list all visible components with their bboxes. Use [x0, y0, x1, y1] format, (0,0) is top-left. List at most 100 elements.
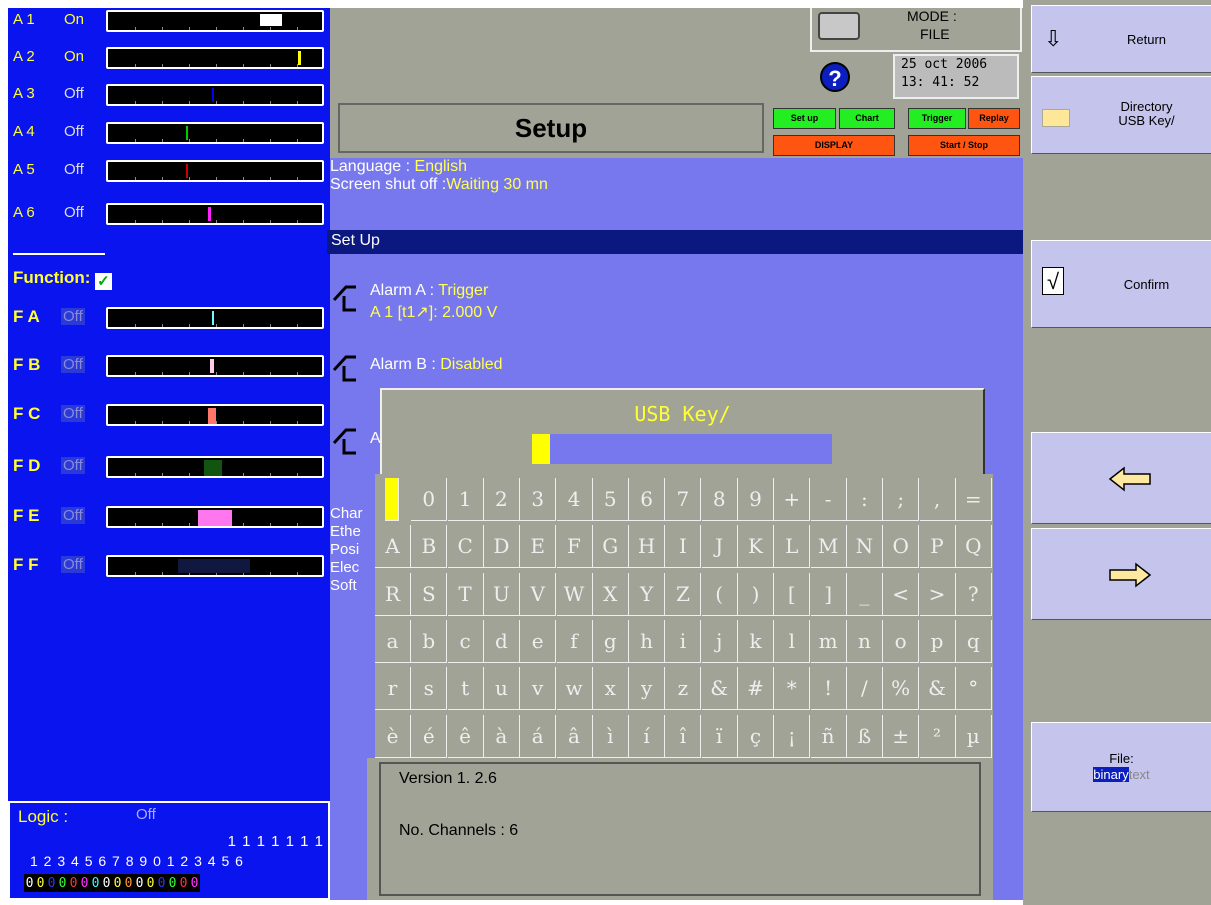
keyboard-key[interactable]: /: [846, 667, 883, 711]
keyboard-key[interactable]: µ: [955, 714, 992, 758]
keyboard-key[interactable]: R: [375, 572, 411, 616]
function-row[interactable]: F E Off: [8, 504, 330, 530]
alarm-b-line[interactable]: Alarm B : Disabled: [370, 356, 503, 374]
file-binary-option[interactable]: binary: [1093, 767, 1129, 782]
keyboard-key[interactable]: á: [520, 714, 557, 758]
function-row[interactable]: F F Off: [8, 553, 330, 579]
keyboard-key[interactable]: 5: [592, 478, 629, 521]
trigger-button[interactable]: Trigger: [908, 108, 966, 129]
replay-button[interactable]: Replay: [968, 108, 1020, 129]
function-row[interactable]: F A Off: [8, 305, 330, 331]
keyboard-key[interactable]: E: [520, 525, 557, 569]
help-icon[interactable]: ?: [820, 62, 850, 92]
keyboard-key[interactable]: S: [411, 572, 448, 616]
keyboard-key[interactable]: f: [556, 619, 593, 663]
keyboard-key[interactable]: _: [846, 572, 883, 616]
keyboard-key[interactable]: H: [629, 525, 666, 569]
keyboard-key[interactable]: a: [375, 619, 411, 663]
keyboard-key[interactable]: U: [483, 572, 520, 616]
keyboard-key[interactable]: x: [592, 667, 629, 711]
keyboard-key[interactable]: 1: [447, 478, 484, 521]
setup-button[interactable]: Set up: [773, 108, 836, 129]
keyboard-key[interactable]: ì: [592, 714, 629, 758]
keyboard-key[interactable]: V: [520, 572, 557, 616]
channel-row[interactable]: A 5 Off: [8, 158, 330, 184]
keyboard-key[interactable]: w: [556, 667, 593, 711]
directory-button[interactable]: Directory USB Key/: [1031, 76, 1211, 154]
keyboard-key[interactable]: l: [774, 619, 811, 663]
keyboard-key[interactable]: &: [701, 667, 738, 711]
return-button[interactable]: ⇩ Return: [1031, 5, 1211, 73]
keyboard-key[interactable]: i: [665, 619, 702, 663]
keyboard-key[interactable]: u: [483, 667, 520, 711]
keyboard-key[interactable]: c: [447, 619, 484, 663]
function-state[interactable]: Off: [61, 507, 85, 524]
keyboard-key[interactable]: N: [846, 525, 883, 569]
channel-state[interactable]: Off: [64, 123, 84, 140]
keyboard-key[interactable]: G: [592, 525, 629, 569]
keyboard-key[interactable]: ç: [738, 714, 774, 758]
keyboard-key[interactable]: è: [375, 714, 411, 758]
function-state[interactable]: Off: [61, 405, 85, 422]
file-text-option[interactable]: text: [1129, 767, 1150, 782]
confirm-button[interactable]: √ Confirm: [1031, 240, 1211, 328]
keyboard-key[interactable]: &: [919, 667, 956, 711]
alarm-a-icon[interactable]: [332, 282, 372, 320]
channel-state[interactable]: On: [64, 11, 84, 28]
filename-input[interactable]: [532, 434, 832, 464]
keyboard-key[interactable]: I: [665, 525, 702, 569]
keyboard-key[interactable]: ,: [919, 478, 956, 521]
keyboard-key[interactable]: r: [375, 667, 411, 711]
keyboard-key[interactable]: é: [411, 714, 448, 758]
keyboard-key[interactable]: ï: [701, 714, 738, 758]
keyboard-key[interactable]: z: [665, 667, 702, 711]
keyboard-key[interactable]: ê: [447, 714, 484, 758]
keyboard-key[interactable]: P: [919, 525, 956, 569]
keyboard-key[interactable]: ): [738, 572, 774, 616]
keyboard-key[interactable]: M: [810, 525, 847, 569]
keyboard-key[interactable]: e: [520, 619, 557, 663]
keyboard-key[interactable]: *: [774, 667, 811, 711]
channel-row[interactable]: A 3 Off: [8, 82, 330, 108]
channel-state[interactable]: Off: [64, 161, 84, 178]
keyboard-key[interactable]: =: [955, 478, 992, 521]
keyboard-key[interactable]: Z: [665, 572, 702, 616]
function-row[interactable]: F C Off: [8, 402, 330, 428]
channel-row[interactable]: A 4 Off: [8, 120, 330, 146]
keyboard-key[interactable]: à: [483, 714, 520, 758]
keyboard-key[interactable]: j: [701, 619, 738, 663]
keyboard-key[interactable]: !: [810, 667, 847, 711]
keyboard-key[interactable]: m: [810, 619, 847, 663]
function-state[interactable]: Off: [61, 356, 85, 373]
function-state[interactable]: Off: [61, 308, 85, 325]
keyboard-key[interactable]: 3: [520, 478, 557, 521]
function-row[interactable]: F B Off: [8, 353, 330, 379]
keyboard-key[interactable]: ]: [810, 572, 847, 616]
keyboard-key[interactable]: 0: [411, 478, 448, 521]
right-arrow-button[interactable]: [1031, 528, 1211, 620]
keyboard-key[interactable]: <: [883, 572, 920, 616]
keyboard-key[interactable]: h: [629, 619, 666, 663]
keyboard-key[interactable]: °: [955, 667, 992, 711]
keyboard-key[interactable]: C: [447, 525, 484, 569]
keyboard-key[interactable]: ñ: [810, 714, 847, 758]
keyboard-key[interactable]: 8: [701, 478, 738, 521]
keyboard-key[interactable]: d: [483, 619, 520, 663]
keyboard-key[interactable]: Q: [955, 525, 992, 569]
keyboard-key[interactable]: g: [592, 619, 629, 663]
channel-row[interactable]: A 2 On: [8, 45, 330, 71]
keyboard-key[interactable]: p: [919, 619, 956, 663]
keyboard-key[interactable]: J: [701, 525, 738, 569]
keyboard-key[interactable]: T: [447, 572, 484, 616]
start-stop-button[interactable]: Start / Stop: [908, 135, 1020, 156]
keyboard-key[interactable]: ¡: [774, 714, 811, 758]
keyboard-key[interactable]: k: [738, 619, 774, 663]
keyboard-key[interactable]: >: [919, 572, 956, 616]
keyboard-key[interactable]: A: [375, 525, 411, 569]
keyboard-key[interactable]: %: [883, 667, 920, 711]
keyboard-key[interactable]: K: [738, 525, 774, 569]
keyboard-key[interactable]: â: [556, 714, 593, 758]
keyboard-key[interactable]: Y: [629, 572, 666, 616]
keyboard-key[interactable]: b: [411, 619, 448, 663]
function-checkbox[interactable]: ✓: [94, 273, 112, 290]
